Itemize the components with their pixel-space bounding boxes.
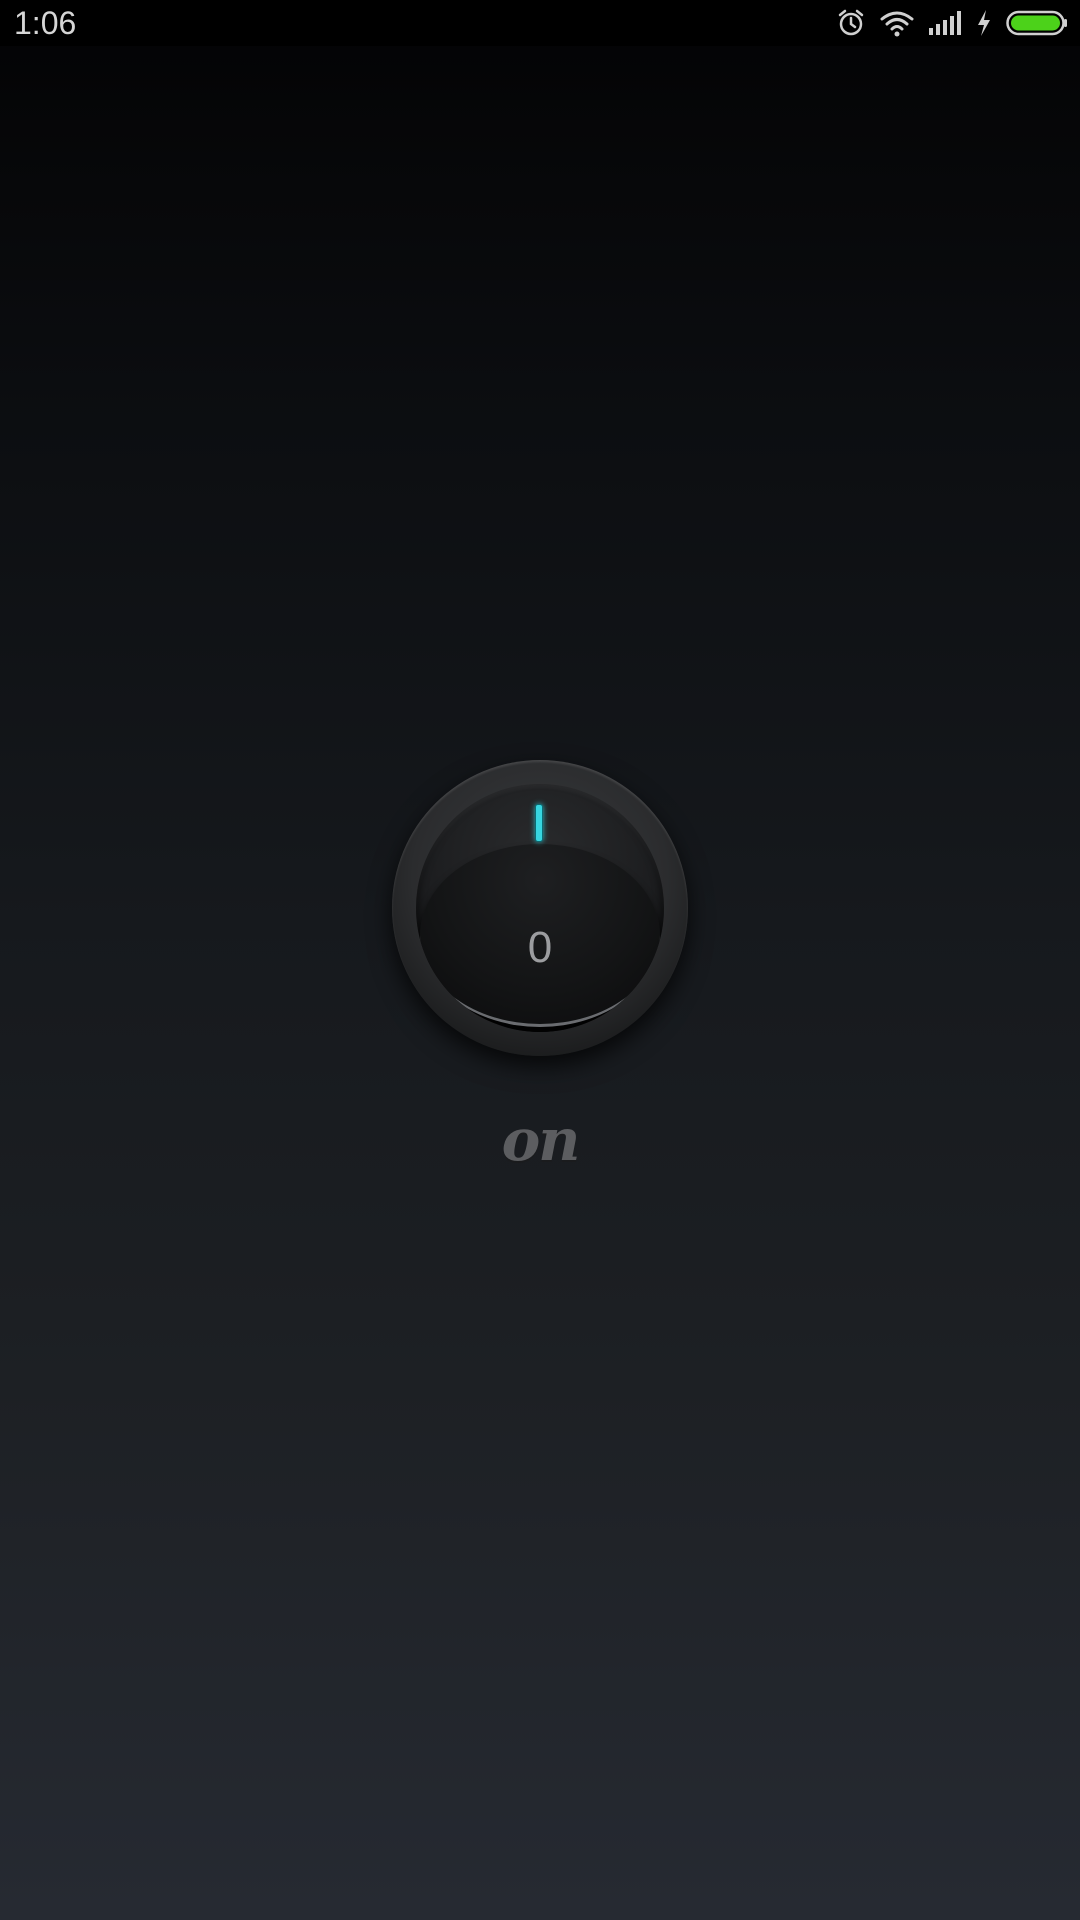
power-knob[interactable]: 0 [392, 760, 688, 1056]
battery-icon [1006, 10, 1068, 36]
status-icons [836, 6, 1068, 40]
state-label: on [501, 1106, 581, 1174]
signal-icon [928, 10, 962, 36]
status-bar: 1:06 [0, 0, 1080, 46]
wifi-icon [880, 9, 914, 37]
status-time: 1:06 [14, 5, 77, 41]
knob-off-label: 0 [527, 923, 553, 972]
charging-icon [976, 9, 992, 37]
knob-on-indicator [535, 804, 543, 842]
alarm-icon [836, 8, 866, 38]
